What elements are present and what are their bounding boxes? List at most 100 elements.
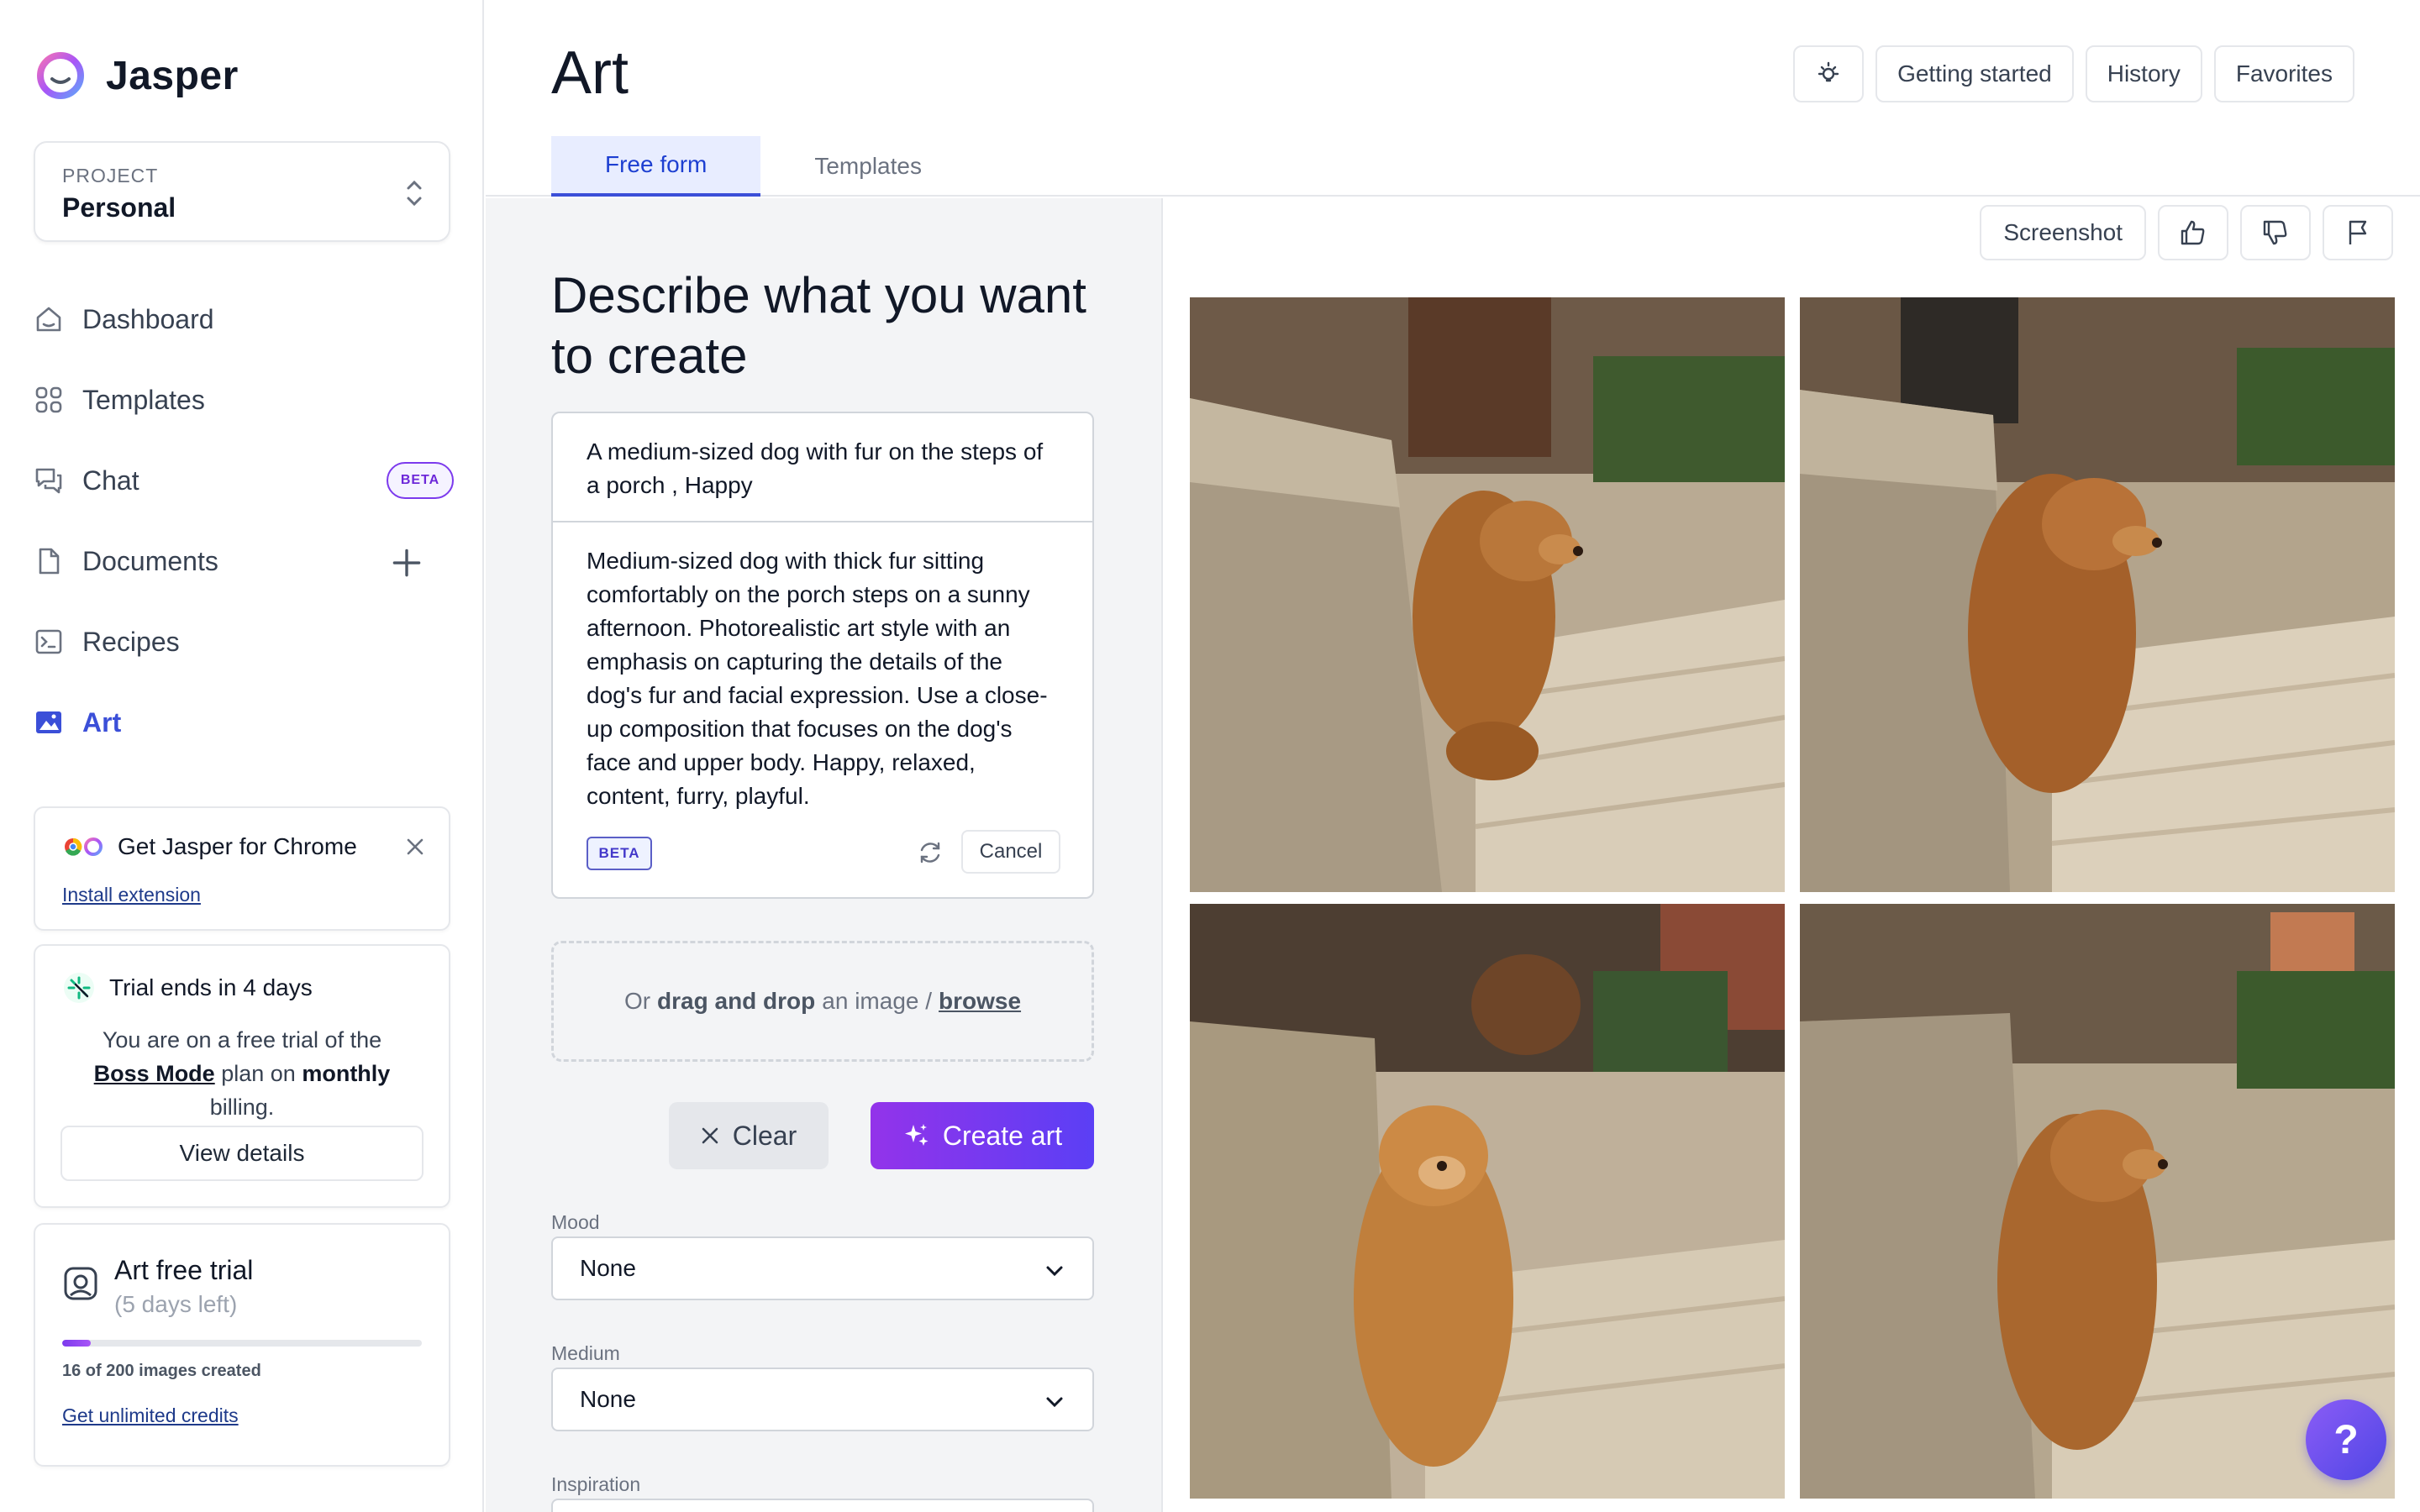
jasper-logo-icon — [37, 52, 84, 99]
images-progress-fill — [62, 1340, 92, 1347]
image-dropzone[interactable]: Or drag and drop an image / browse — [551, 941, 1094, 1062]
mood-label: Mood — [551, 1211, 600, 1233]
dog-on-porch-image — [1800, 297, 2395, 892]
sidebar-item-chat[interactable]: Chat BETA — [34, 440, 454, 521]
art-tabs: Free form Templates — [551, 136, 976, 197]
image-toolbar: Screenshot — [1980, 205, 2393, 260]
art-trial-subtitle: (5 days left) — [114, 1291, 238, 1317]
form-heading: Describe what you want to create — [551, 267, 1086, 384]
trial-card: Trial ends in 4 days You are on a free t… — [34, 944, 450, 1208]
browse-link[interactable]: browse — [939, 988, 1021, 1015]
plan-name-link[interactable]: Boss Mode — [94, 1061, 215, 1086]
view-details-button[interactable]: View details — [60, 1126, 424, 1181]
chevron-down-icon — [1046, 1266, 1063, 1277]
chevron-up-down-icon — [407, 180, 422, 207]
inspiration-label: Inspiration — [551, 1473, 641, 1495]
trial-line-mid: plan on — [221, 1061, 296, 1086]
dog-on-porch-image — [1800, 904, 2395, 1499]
create-art-button[interactable]: Create art — [871, 1102, 1094, 1169]
home-icon — [36, 307, 61, 332]
chrome-promo-title: Get Jasper for Chrome — [118, 833, 357, 859]
project-value: Personal — [62, 192, 176, 223]
favorites-button[interactable]: Favorites — [2213, 45, 2354, 102]
image-grid — [1190, 297, 2395, 1499]
images-progress-bar — [62, 1340, 422, 1347]
page-title: Art — [551, 39, 629, 107]
sidebar-item-label: Dashboard — [82, 303, 214, 334]
trial-title: Trial ends in 4 days — [109, 974, 313, 1000]
report-button[interactable] — [2323, 205, 2393, 260]
generated-images-panel: Screenshot ? — [1161, 198, 2420, 1512]
generated-image[interactable] — [1800, 297, 2395, 892]
sidebar-item-documents[interactable]: Documents — [34, 521, 454, 601]
install-extension-link[interactable]: Install extension — [62, 884, 422, 906]
dropzone-bold: drag and drop — [657, 988, 816, 1014]
sparkles-icon — [904, 1124, 929, 1146]
sidebar-item-label: Templates — [82, 384, 205, 415]
dropzone-prefix: Or — [623, 988, 651, 1014]
generated-image[interactable] — [1800, 904, 2395, 1499]
medium-label: Medium — [551, 1342, 620, 1364]
chrome-jasper-icon — [65, 837, 103, 856]
prompt-enhanced-text[interactable]: Medium-sized dog with thick fur sitting … — [553, 522, 1092, 835]
history-button[interactable]: History — [2085, 45, 2202, 102]
describe-form-panel: Describe what you want to create A mediu… — [486, 198, 1161, 1512]
clear-button[interactable]: Clear — [669, 1102, 829, 1169]
chat-icon — [35, 468, 62, 494]
create-art-label: Create art — [942, 1120, 1063, 1151]
image-icon — [36, 711, 61, 733]
art-trial-card: Art free trial (5 days left) 16 of 200 i… — [34, 1223, 450, 1467]
cancel-button[interactable]: Cancel — [961, 830, 1060, 874]
brand[interactable]: Jasper — [34, 50, 239, 101]
trial-line3: billing. — [209, 1095, 275, 1120]
medium-value: None — [580, 1386, 636, 1412]
sidebar-item-dashboard[interactable]: Dashboard — [34, 279, 454, 360]
inspiration-select[interactable] — [551, 1499, 1094, 1512]
thumbs-up-button[interactable] — [2158, 205, 2228, 260]
terminal-icon — [35, 629, 62, 654]
screenshot-button[interactable]: Screenshot — [1980, 205, 2146, 260]
generated-image[interactable] — [1190, 297, 1785, 892]
medium-select[interactable]: None — [551, 1368, 1094, 1431]
lightbulb-icon — [1818, 61, 1839, 82]
billing-period: monthly — [302, 1061, 391, 1086]
help-button[interactable]: ? — [2306, 1399, 2386, 1480]
close-icon — [702, 1127, 718, 1144]
dog-on-porch-image — [1190, 904, 1785, 1499]
art-palette-icon — [64, 1267, 97, 1300]
sidebar-item-label: Chat — [82, 465, 139, 496]
brand-name: Jasper — [106, 53, 239, 98]
thumbs-down-icon — [2263, 220, 2287, 245]
chrome-extension-card: Get Jasper for Chrome Install extension — [34, 806, 450, 931]
project-selector[interactable]: PROJECT Personal — [34, 141, 450, 242]
sidebar-item-recipes[interactable]: Recipes — [34, 601, 454, 682]
prompt-editor[interactable]: A medium-sized dog with fur on the steps… — [551, 412, 1094, 899]
add-document-icon[interactable] — [392, 548, 422, 578]
sidebar: Jasper PROJECT Personal Dashboard Templa… — [0, 0, 484, 1512]
dog-on-porch-image — [1190, 297, 1785, 892]
grid-icon — [35, 386, 62, 413]
mood-select[interactable]: None — [551, 1236, 1094, 1300]
tab-templates[interactable]: Templates — [760, 136, 976, 197]
page-header: Art Free form Templates Getting started … — [486, 0, 2420, 197]
sidebar-item-art[interactable]: Art — [34, 682, 454, 763]
sparkle-timer-icon — [64, 973, 94, 1003]
get-unlimited-credits-link[interactable]: Get unlimited credits — [62, 1404, 422, 1427]
beta-badge: BETA — [387, 462, 454, 499]
generated-image[interactable] — [1190, 904, 1785, 1499]
chevron-down-icon — [1046, 1397, 1063, 1408]
prompt-short-input[interactable]: A medium-sized dog with fur on the steps… — [553, 413, 1092, 522]
getting-started-button[interactable]: Getting started — [1876, 45, 2074, 102]
dropzone-middle: an image / — [822, 988, 933, 1014]
tips-button[interactable] — [1793, 45, 1865, 102]
refresh-icon[interactable] — [916, 838, 944, 867]
tab-free-form[interactable]: Free form — [551, 136, 761, 197]
sidebar-item-templates[interactable]: Templates — [34, 360, 454, 440]
close-icon[interactable] — [405, 837, 425, 857]
thumbs-up-icon — [2181, 220, 2205, 245]
sidebar-item-label: Recipes — [82, 626, 180, 657]
flag-icon — [2349, 220, 2367, 244]
art-trial-title: Art free trial — [114, 1255, 254, 1285]
thumbs-down-button[interactable] — [2240, 205, 2311, 260]
clear-label: Clear — [732, 1120, 797, 1151]
